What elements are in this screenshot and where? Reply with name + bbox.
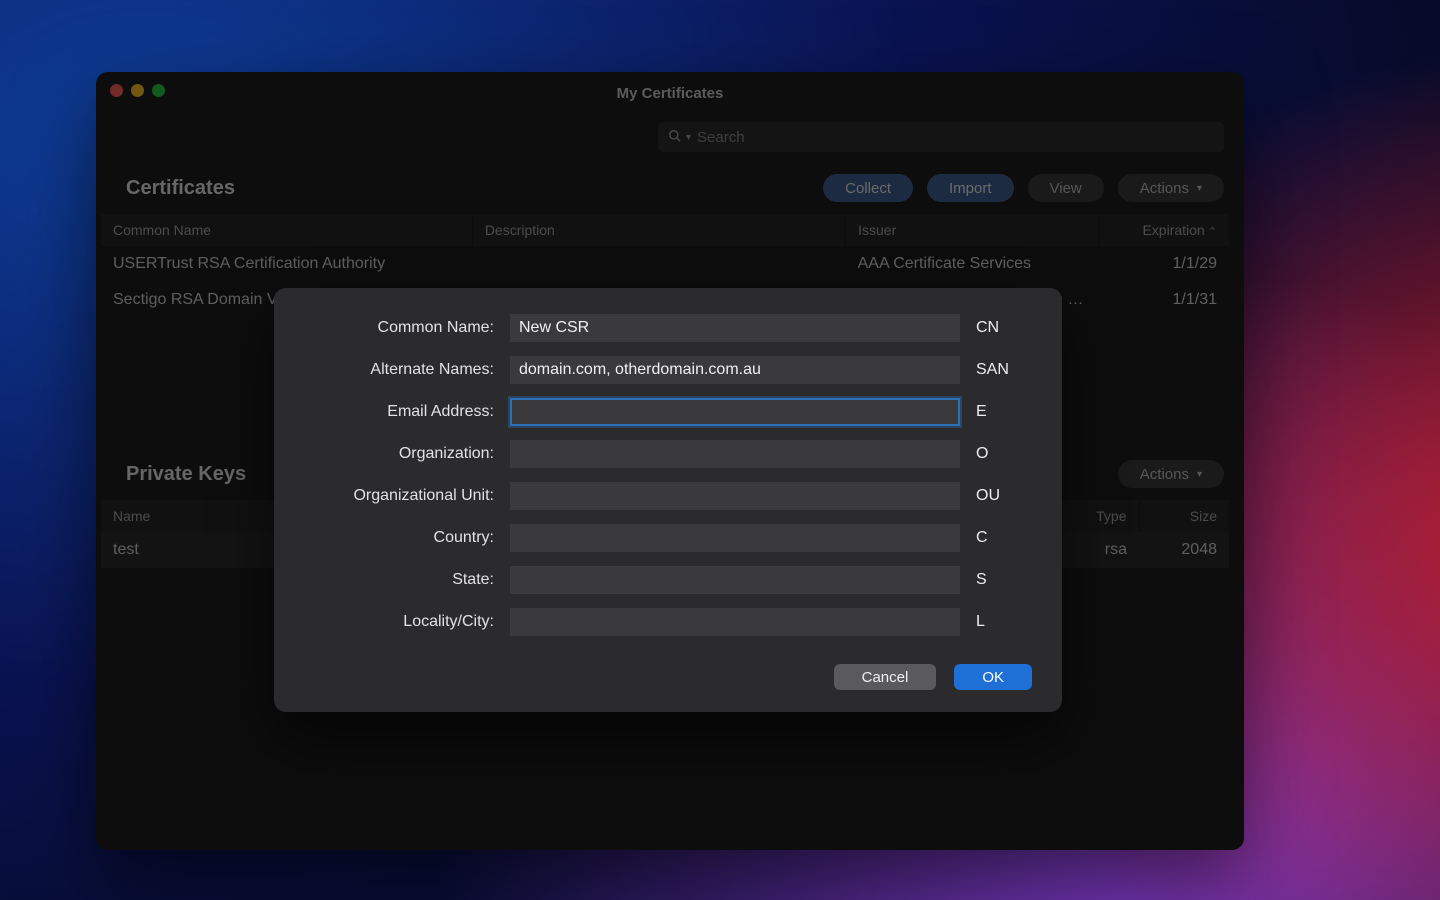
- toolbar: ▾: [96, 114, 1244, 168]
- form-row: Organization: O: [294, 440, 1032, 468]
- field-input[interactable]: [510, 356, 960, 384]
- form-row: Organizational Unit: OU: [294, 482, 1032, 510]
- cell-exp: 1/1/29: [1099, 246, 1229, 282]
- form-row: Common Name: CN: [294, 314, 1032, 342]
- import-button[interactable]: Import: [927, 174, 1014, 202]
- field-suffix: E: [976, 403, 1028, 421]
- cell-issuer: AAA Certificate Services: [846, 246, 1099, 282]
- sheet-buttons: Cancel OK: [294, 664, 1032, 690]
- col-issuer[interactable]: Issuer: [846, 214, 1099, 246]
- field-input[interactable]: [510, 608, 960, 636]
- window-title: My Certificates: [617, 85, 724, 102]
- cell-exp: 1/1/31: [1099, 282, 1229, 318]
- field-label: Country:: [294, 529, 494, 547]
- field-label: Organizational Unit:: [294, 487, 494, 505]
- field-suffix: OU: [976, 487, 1028, 505]
- field-label: Locality/City:: [294, 613, 494, 631]
- col-size[interactable]: Size: [1139, 500, 1229, 532]
- form-row: Email Address: E: [294, 398, 1032, 426]
- cancel-button[interactable]: Cancel: [834, 664, 937, 690]
- cell-cn: USERTrust RSA Certification Authority: [101, 246, 472, 282]
- field-label: State:: [294, 571, 494, 589]
- field-suffix: O: [976, 445, 1028, 463]
- field-input[interactable]: [510, 398, 960, 426]
- search-input[interactable]: [697, 129, 1214, 146]
- field-input[interactable]: [510, 440, 960, 468]
- field-input[interactable]: [510, 566, 960, 594]
- certificates-title: Certificates: [126, 177, 809, 200]
- form-row: Alternate Names: SAN: [294, 356, 1032, 384]
- field-label: Common Name:: [294, 319, 494, 337]
- zoom-icon[interactable]: [152, 84, 165, 97]
- field-label: Organization:: [294, 445, 494, 463]
- cert-actions-label: Actions: [1140, 180, 1189, 197]
- table-row[interactable]: USERTrust RSA Certification Authority AA…: [101, 246, 1229, 282]
- cell-desc: [472, 246, 845, 282]
- field-input[interactable]: [510, 482, 960, 510]
- field-suffix: C: [976, 529, 1028, 547]
- field-input[interactable]: [510, 314, 960, 342]
- close-icon[interactable]: [110, 84, 123, 97]
- field-suffix: SAN: [976, 361, 1028, 379]
- search-field[interactable]: ▾: [658, 122, 1224, 152]
- form-row: Locality/City: L: [294, 608, 1032, 636]
- cell-size: 2048: [1139, 532, 1229, 568]
- field-suffix: S: [976, 571, 1028, 589]
- cert-actions-button[interactable]: Actions ▾: [1118, 174, 1224, 202]
- field-label: Alternate Names:: [294, 361, 494, 379]
- field-label: Email Address:: [294, 403, 494, 421]
- view-button[interactable]: View: [1028, 174, 1104, 202]
- keys-actions-label: Actions: [1140, 466, 1189, 483]
- chevron-down-icon: ▾: [686, 132, 691, 143]
- certificates-header: Certificates Collect Import View Actions…: [96, 168, 1244, 214]
- field-suffix: L: [976, 613, 1028, 631]
- collect-button[interactable]: Collect: [823, 174, 913, 202]
- table-header-row: Common Name Description Issuer Expiratio…: [101, 214, 1229, 246]
- ok-button[interactable]: OK: [954, 664, 1032, 690]
- field-suffix: CN: [976, 319, 1028, 337]
- col-expiration[interactable]: Expiration: [1099, 214, 1229, 246]
- field-input[interactable]: [510, 524, 960, 552]
- traffic-lights: [110, 84, 165, 97]
- chevron-down-icon: ▾: [1197, 469, 1202, 480]
- form-row: Country: C: [294, 524, 1032, 552]
- form-row: State: S: [294, 566, 1032, 594]
- titlebar: My Certificates: [96, 72, 1244, 114]
- col-common-name[interactable]: Common Name: [101, 214, 472, 246]
- search-icon: [668, 129, 682, 146]
- minimize-icon[interactable]: [131, 84, 144, 97]
- chevron-down-icon: ▾: [1197, 183, 1202, 194]
- keys-actions-button[interactable]: Actions ▾: [1118, 460, 1224, 488]
- csr-sheet: Common Name: CN Alternate Names: SAN Email A…: [274, 288, 1062, 712]
- col-description[interactable]: Description: [472, 214, 845, 246]
